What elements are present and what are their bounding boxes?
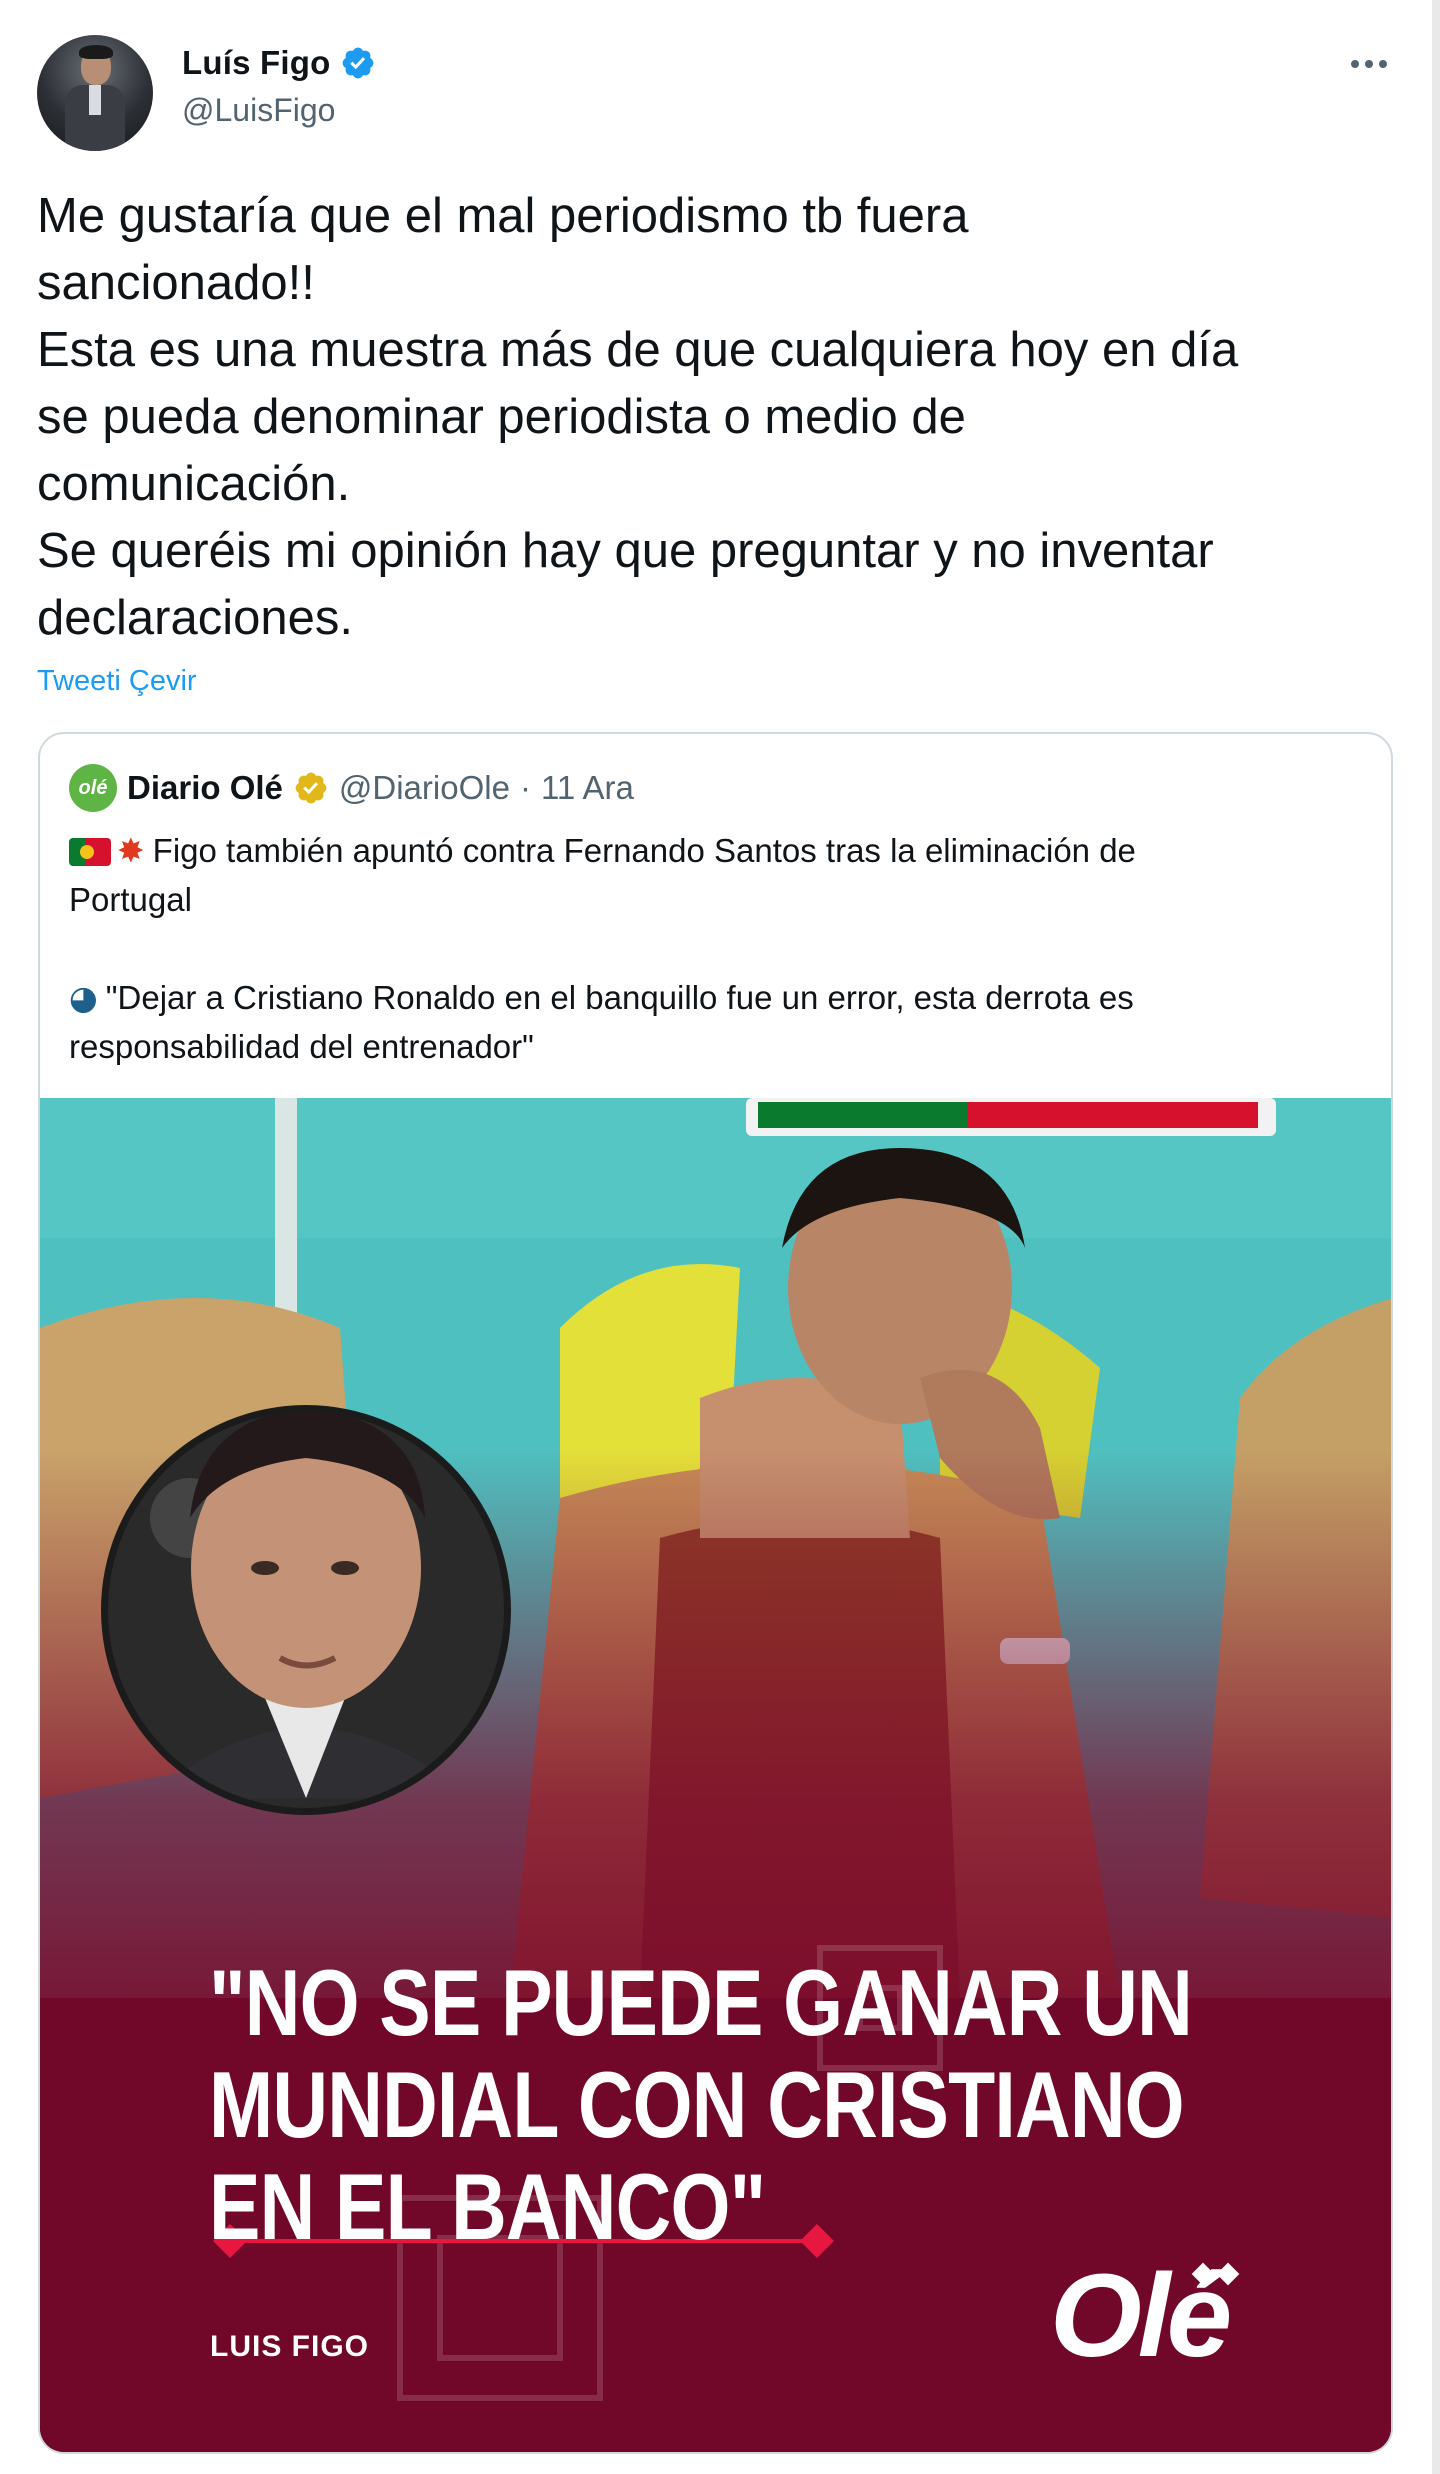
quoted-text-line: ◕ "Dejar a Cristiano Ronaldo en el banqui… bbox=[69, 973, 1369, 1022]
quoted-author-name[interactable]: Diario Olé bbox=[127, 769, 283, 807]
quoted-date[interactable]: 11 Ara bbox=[541, 769, 634, 807]
verified-gold-badge-icon bbox=[295, 772, 327, 804]
tweet-text-line: comunicación. bbox=[37, 457, 351, 511]
tweet-text-line: Me gustaría que el mal periodismo tb fue… bbox=[37, 189, 969, 243]
quoted-text: ✸ Figo también apuntó contra Fernando San… bbox=[69, 826, 1369, 1071]
quoted-separator: · bbox=[519, 769, 531, 806]
tweet-text-line: declaraciones. bbox=[37, 591, 353, 645]
quoted-text-line: ✸ Figo también apuntó contra Fernando San… bbox=[69, 826, 1369, 875]
media-headline-line: MUNDIAL CON CRISTIANO bbox=[209, 2052, 1185, 2157]
speaking-head-icon: ◕ bbox=[69, 978, 98, 1017]
media-attribution: LUIS FIGO bbox=[210, 2330, 369, 2363]
media-headline-line: "NO SE PUEDE GANAR UN bbox=[209, 1950, 1193, 2055]
translate-tweet-link[interactable]: Tweeti Çevir bbox=[37, 665, 197, 698]
author-name[interactable]: Luís Figo bbox=[182, 44, 330, 82]
ole-logo: Olé bbox=[1050, 2250, 1232, 2382]
quoted-tweet[interactable]: olé Diario Olé @DiarioOle · 11 Ara ✸ Figo… bbox=[38, 732, 1393, 2454]
tweet-text: Me gustaría que el mal periodismo tb fue… bbox=[37, 183, 1407, 652]
tweet-text-line: sancionado!! bbox=[37, 256, 315, 310]
quoted-author-handle[interactable]: @DiarioOle bbox=[339, 769, 510, 807]
verified-badge-icon bbox=[343, 47, 374, 79]
more-options-icon[interactable] bbox=[1351, 52, 1391, 76]
tweet-text-line: Esta es una muestra más de que cualquier… bbox=[37, 323, 1239, 377]
collision-icon: ✸ bbox=[117, 831, 145, 870]
quoted-quote-line-2: responsabilidad del entrenador" bbox=[69, 1028, 534, 1065]
quoted-text-line-1: Figo también apuntó contra Fernando Sant… bbox=[152, 832, 1136, 869]
tweet-text-line: se pueda denominar periodista o medio de bbox=[37, 390, 966, 444]
avatar[interactable] bbox=[37, 35, 153, 151]
author-handle[interactable]: @LuisFigo bbox=[182, 92, 335, 129]
quoted-author-row: olé Diario Olé @DiarioOle · 11 Ara bbox=[69, 764, 634, 812]
media-headline-line: EN EL BANCO" bbox=[209, 2154, 766, 2259]
quoted-avatar[interactable]: olé bbox=[69, 764, 117, 812]
quoted-quote-line-1: "Dejar a Cristiano Ronaldo en el banquil… bbox=[105, 979, 1134, 1016]
tweet-card: Luís Figo @LuisFigo Me gustaría que el m… bbox=[0, 0, 1432, 2474]
quoted-text-line-2: Portugal bbox=[69, 881, 192, 918]
tweet-text-line: Se queréis mi opinión hay que preguntar … bbox=[37, 524, 1214, 578]
author-row: Luís Figo bbox=[182, 44, 376, 82]
quoted-media-image[interactable]: "NO SE PUEDE GANAR UN MUNDIAL CON CRISTI… bbox=[40, 1098, 1391, 2452]
portugal-flag-icon bbox=[69, 838, 111, 866]
